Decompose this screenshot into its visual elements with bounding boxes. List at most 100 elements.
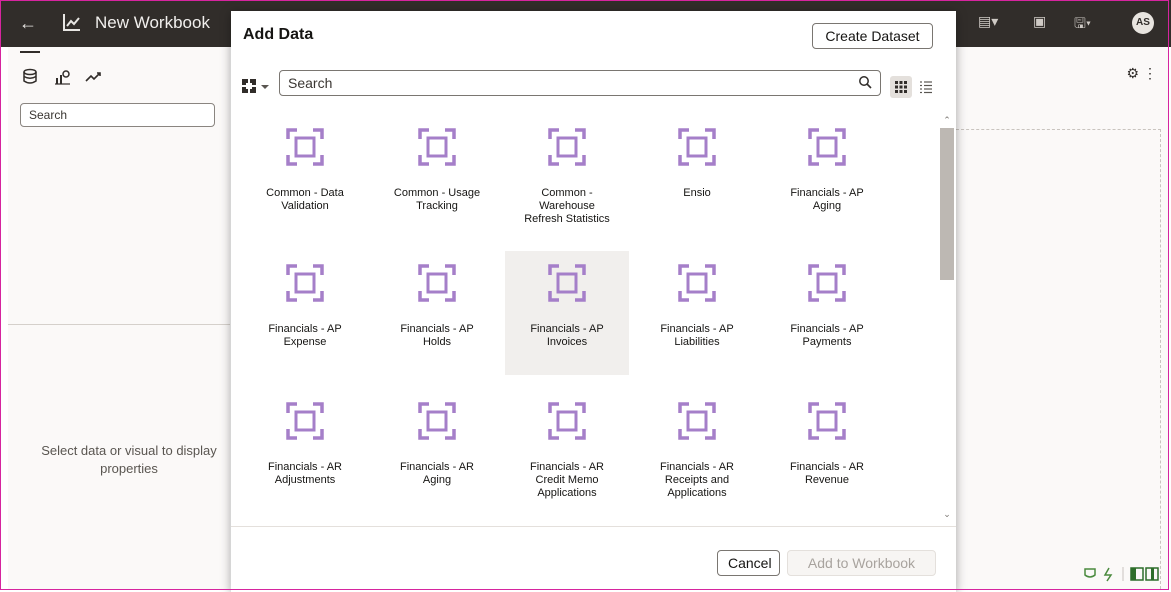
dataset-item[interactable]: Financials - AR Credit Memo Applications <box>505 389 629 513</box>
scroll-down-icon[interactable]: ⌄ <box>940 509 954 521</box>
dataset-icon <box>418 264 456 302</box>
data-icon[interactable] <box>20 67 44 87</box>
canvas-area <box>956 129 1161 589</box>
dataset-label: Financials - AP Payments <box>765 323 889 349</box>
dataset-label-line: Financials - AP <box>790 323 864 335</box>
dataset-item[interactable]: Financials - AP Holds <box>375 251 499 375</box>
scroll-up-icon[interactable]: ⌃ <box>940 115 954 127</box>
dataset-label-line: Applications <box>667 487 727 499</box>
search-input[interactable]: Search <box>279 70 881 96</box>
dataset-icon <box>286 402 324 440</box>
dataset-label-line: Financials - AP <box>530 323 604 335</box>
dataset-label-line: Invoices <box>546 336 588 348</box>
dataset-icon <box>418 402 456 440</box>
dataset-icon <box>808 402 846 440</box>
dataset-label-line: Financials - AR <box>530 461 604 473</box>
footer-divider <box>231 526 956 527</box>
dataset-icon <box>286 264 324 302</box>
dataset-label: Ensio <box>635 187 759 200</box>
cancel-button[interactable]: Cancel <box>717 550 780 576</box>
dataset-label-line: Financials - AP <box>268 323 342 335</box>
dataset-label-line: Receipts and <box>664 474 730 486</box>
dataset-item[interactable]: Ensio <box>635 115 759 239</box>
dataset-label: Financials - AP Invoices <box>505 323 629 349</box>
left-panel: Search Select data or visual to display … <box>8 47 230 590</box>
save-icon[interactable]: 🖫▾ <box>1074 13 1091 37</box>
scrollbar-thumb[interactable] <box>940 128 954 280</box>
search-placeholder: Search <box>288 75 333 91</box>
create-dataset-button[interactable]: Create Dataset <box>812 23 933 49</box>
dataset-icon <box>678 264 716 302</box>
dataset-label-line: Refresh Statistics <box>524 213 610 225</box>
properties-hint: Select data or visual to display propert… <box>41 443 217 476</box>
dataset-label-line: Financials - AR <box>790 461 864 473</box>
dataset-icon <box>808 128 846 166</box>
dataset-item[interactable]: Financials - AP Expense <box>243 251 367 375</box>
dataset-item[interactable]: Financials - AP Payments <box>765 251 889 375</box>
dataset-item[interactable]: Common - Usage Tracking <box>375 115 499 239</box>
dataset-item[interactable]: Financials - AR Revenue <box>765 389 889 513</box>
dataset-label-line: Financials - AR <box>660 461 734 473</box>
dataset-label: Financials - AR Receipts and Applications <box>635 461 759 500</box>
add-data-dialog: Add Data Create Dataset Search Common - … <box>231 11 956 592</box>
right-panel: ⚙ ⋮ <box>956 47 1169 590</box>
dataset-label-line: Warehouse <box>539 200 595 212</box>
dataset-label-line: Financials - AP <box>400 323 474 335</box>
present-icon[interactable]: ▣ <box>1033 13 1046 30</box>
dataset-grid: Common - Data Validation Common - Usage Tra… <box>231 109 956 526</box>
bottom-toolbar <box>1039 566 1159 582</box>
dataset-item[interactable]: Common - Warehouse Refresh Statistics <box>505 115 629 239</box>
dataset-item[interactable]: Financials - AR Adjustments <box>243 389 367 513</box>
dataset-label-line: Financials - AP <box>660 323 734 335</box>
dialog-title: Add Data <box>243 26 314 43</box>
dataset-icon <box>418 128 456 166</box>
dataset-label-line: Common - Usage <box>393 187 481 199</box>
dataset-label: Financials - AP Holds <box>375 323 499 349</box>
source-filter-icon[interactable] <box>241 77 273 97</box>
visualizations-icon[interactable] <box>52 67 76 87</box>
divider <box>8 324 230 325</box>
dataset-label: Financials - AR Revenue <box>765 461 889 487</box>
dataset-label-line: Credit Memo <box>535 474 599 486</box>
analytics-icon[interactable] <box>82 67 106 87</box>
dataset-item[interactable]: Financials - AR Aging <box>375 389 499 513</box>
search-icon[interactable] <box>858 75 872 89</box>
workbook-title[interactable]: New Workbook <box>95 13 210 33</box>
dataset-item[interactable]: Common - Data Validation <box>243 115 367 239</box>
comment-icon[interactable]: ▤▾ <box>978 13 998 30</box>
avatar[interactable]: AS <box>1132 12 1154 34</box>
dataset-item[interactable]: Financials - AP Aging <box>765 115 889 239</box>
dataset-label-line: Applications <box>537 487 597 499</box>
dataset-label: Financials - AR Adjustments <box>243 461 367 487</box>
dataset-label-line: Common - Data <box>266 187 344 199</box>
search-input[interactable]: Search <box>20 103 215 127</box>
list-view-icon[interactable] <box>919 80 933 94</box>
dataset-label: Financials - AP Expense <box>243 323 367 349</box>
dataset-label-line: Financials - AR <box>268 461 342 473</box>
dataset-label: Financials - AR Credit Memo Applications <box>505 461 629 500</box>
dataset-label: Financials - AP Aging <box>765 187 889 213</box>
dataset-label: Common - Usage Tracking <box>375 187 499 213</box>
dataset-label-line: Ensio <box>683 187 711 199</box>
chart-icon <box>63 14 80 31</box>
grid-icon <box>895 81 907 93</box>
dataset-icon <box>548 402 586 440</box>
dataset-item[interactable]: Financials - AP Invoices <box>505 251 629 375</box>
settings-icon[interactable]: ⚙ ⋮ <box>1127 65 1157 82</box>
dataset-icon <box>678 128 716 166</box>
dataset-label-line: Liabilities <box>674 336 720 348</box>
dataset-item[interactable]: Financials - AP Liabilities <box>635 251 759 375</box>
dataset-label: Financials - AR Aging <box>375 461 499 487</box>
dataset-label-line: Adjustments <box>274 474 336 486</box>
arrow-left-icon[interactable]: ← <box>19 13 37 34</box>
dataset-icon <box>678 402 716 440</box>
add-to-workbook-button[interactable]: Add to Workbook <box>787 550 936 576</box>
grid-view-button[interactable] <box>890 76 912 98</box>
dataset-label-line: Tracking <box>416 200 458 212</box>
dataset-item[interactable]: Financials - AR Receipts and Applications <box>635 389 759 513</box>
dataset-label-line: Revenue <box>804 474 850 486</box>
active-tab-indicator <box>20 51 40 53</box>
dataset-label-line: Expense <box>283 336 327 348</box>
dataset-label-line: Validation <box>281 200 329 212</box>
dataset-label: Financials - AP Liabilities <box>635 323 759 349</box>
